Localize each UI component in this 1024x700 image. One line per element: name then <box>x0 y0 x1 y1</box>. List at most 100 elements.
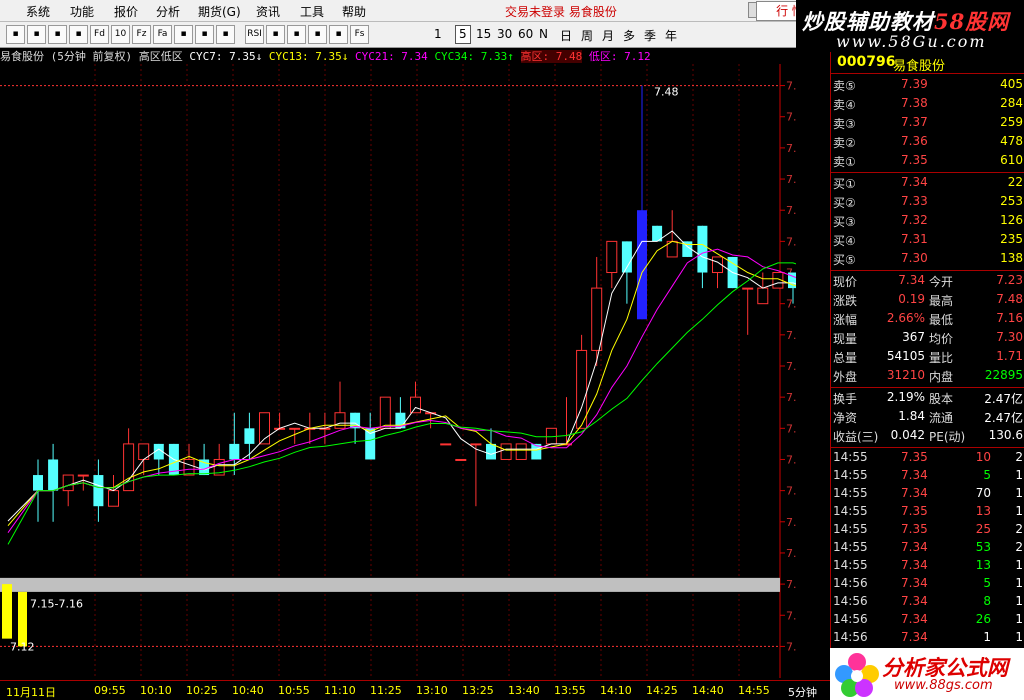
ruler-icon[interactable]: ▪ <box>195 25 214 44</box>
period-1[interactable]: 5 <box>455 25 471 44</box>
menu-system[interactable]: 系统 <box>26 3 50 20</box>
grid-icon[interactable]: ▪ <box>27 25 46 44</box>
tick-price: 7.34 <box>901 540 928 554</box>
tick-price: 7.34 <box>901 612 928 626</box>
quote-panel: 000796 易食股份 卖⑤ 7.39 405 卖④ 7.38 284 卖③ 7.37 259 卖… <box>830 52 1024 648</box>
tick-price: 7.35 <box>901 450 928 464</box>
zone-bar <box>18 591 27 647</box>
ask-row: 卖④ 7.38 284 <box>831 95 1024 113</box>
fa-icon[interactable]: Fa <box>153 25 172 44</box>
cross-icon[interactable]: ▪ <box>266 25 285 44</box>
tick-time: 14:55 <box>833 522 868 536</box>
bid-row: 买⑤ 7.30 138 <box>831 250 1024 268</box>
tick-volume: 13 <box>975 504 991 518</box>
tick-time: 14:56 <box>833 576 868 590</box>
candle-body <box>183 458 195 476</box>
period-7[interactable]: 周 <box>581 27 593 44</box>
menu-help[interactable]: 帮助 <box>342 3 366 20</box>
y-tick-label: 7.20 <box>786 516 796 529</box>
time-tick-label: 10:25 <box>186 684 218 697</box>
menu-function[interactable]: 功能 <box>70 3 94 20</box>
menu-news[interactable]: 资讯 <box>256 3 280 20</box>
menu-futures[interactable]: 期货(G) <box>198 3 241 20</box>
fs-icon[interactable]: Fs <box>350 25 369 44</box>
rsi-icon[interactable]: RSI <box>245 25 264 44</box>
period-11[interactable]: 年 <box>665 27 677 44</box>
move-icon[interactable]: ▪ <box>287 25 306 44</box>
y-tick-label: 7.32 <box>786 329 796 342</box>
period-9[interactable]: 多 <box>623 27 635 44</box>
low-price-label: 7.12 <box>10 640 35 653</box>
ask-label: 卖④ <box>833 98 856 112</box>
stat-value: 7.48 <box>996 292 1023 306</box>
tick-time: 14:55 <box>833 540 868 554</box>
candle-body <box>379 396 391 429</box>
period-6[interactable]: 日 <box>560 27 572 44</box>
zoom-fit-icon[interactable]: ▪ <box>308 25 327 44</box>
stat-label: 涨幅 <box>833 313 858 327</box>
y-tick-label: 7.40 <box>786 204 796 217</box>
fd-icon[interactable]: Fd <box>90 25 109 44</box>
candle-body <box>455 458 467 461</box>
ask-volume: 259 <box>1000 115 1023 129</box>
stat-row: 外盘 31210 内盘 22895 <box>831 367 1024 385</box>
ask-volume: 610 <box>1000 153 1023 167</box>
tick-price: 7.35 <box>901 522 928 536</box>
fin-label: PE(动) <box>929 430 966 444</box>
f10-icon[interactable]: 10 <box>111 25 130 44</box>
pencil-icon[interactable]: ▪ <box>329 25 348 44</box>
menu-analysis[interactable]: 分析 <box>156 3 180 20</box>
fin-value: 130.6 <box>988 428 1023 442</box>
fin-label: 收益(三) <box>833 430 879 444</box>
menu-quote[interactable]: 报价 <box>114 3 138 20</box>
tick-volume: 5 <box>983 468 991 482</box>
period-4[interactable]: 60 <box>518 27 533 41</box>
zoom-icon[interactable]: ▪ <box>174 25 193 44</box>
fin-value: 2.47亿 <box>984 411 1023 425</box>
tick-time: 14:55 <box>833 450 868 464</box>
tick-volume: 8 <box>983 594 991 608</box>
candle-body <box>229 443 240 460</box>
menu-tools[interactable]: 工具 <box>300 3 324 20</box>
period-0[interactable]: 1 <box>434 27 442 41</box>
tick-count: 1 <box>1015 468 1023 482</box>
period-5[interactable]: N <box>539 27 548 41</box>
y-tick-label: 7.28 <box>786 391 796 404</box>
ask-price: 7.39 <box>901 77 928 91</box>
period-2[interactable]: 15 <box>476 27 491 41</box>
period-3[interactable]: 30 <box>497 27 512 41</box>
bar-icon[interactable]: ▪ <box>69 25 88 44</box>
trade-status: 交易未登录 易食股份 <box>505 5 617 19</box>
y-tick-label: 7.24 <box>786 453 796 466</box>
bid-volume: 138 <box>1000 251 1023 265</box>
tick-count: 1 <box>1015 576 1023 590</box>
tick-count: 1 <box>1015 612 1023 626</box>
tick-time: 14:55 <box>833 486 868 500</box>
y-tick-label: 7.12 <box>786 640 796 653</box>
low-zone-value: 低区: 7.12 <box>588 50 651 63</box>
candle-body <box>77 474 89 477</box>
sine-icon[interactable]: ▪ <box>48 25 67 44</box>
line-icon[interactable]: ▪ <box>216 25 235 44</box>
chart-icon[interactable]: ▪ <box>6 25 25 44</box>
period-10[interactable]: 季 <box>644 27 656 44</box>
bid-price: 7.32 <box>901 213 928 227</box>
logo-url: www.88gs.com <box>894 678 993 693</box>
ask-price: 7.38 <box>901 96 928 110</box>
stat-value: 31210 <box>886 368 925 382</box>
bid-price: 7.34 <box>901 175 928 189</box>
bid-row: 买① 7.34 22 <box>831 174 1024 192</box>
tick-count: 1 <box>1015 486 1023 500</box>
tick-volume: 10 <box>975 450 991 464</box>
time-tick-label: 13:25 <box>462 684 494 697</box>
fz-icon[interactable]: Fz <box>132 25 151 44</box>
zone-band-label: 7.15-7.16 <box>30 597 83 610</box>
cyc13-value: CYC13: 7.35 <box>268 50 342 63</box>
divider <box>831 387 1024 388</box>
ask-price: 7.37 <box>901 115 928 129</box>
period-8[interactable]: 月 <box>602 27 614 44</box>
stat-row: 现量 367 均价 7.30 <box>831 329 1024 347</box>
y-tick-label: 7.42 <box>786 173 796 186</box>
ask-row: 卖⑤ 7.39 405 <box>831 76 1024 94</box>
kline-chart[interactable]: 7.487.467.447.427.407.387.367.347.327.30… <box>0 64 796 678</box>
